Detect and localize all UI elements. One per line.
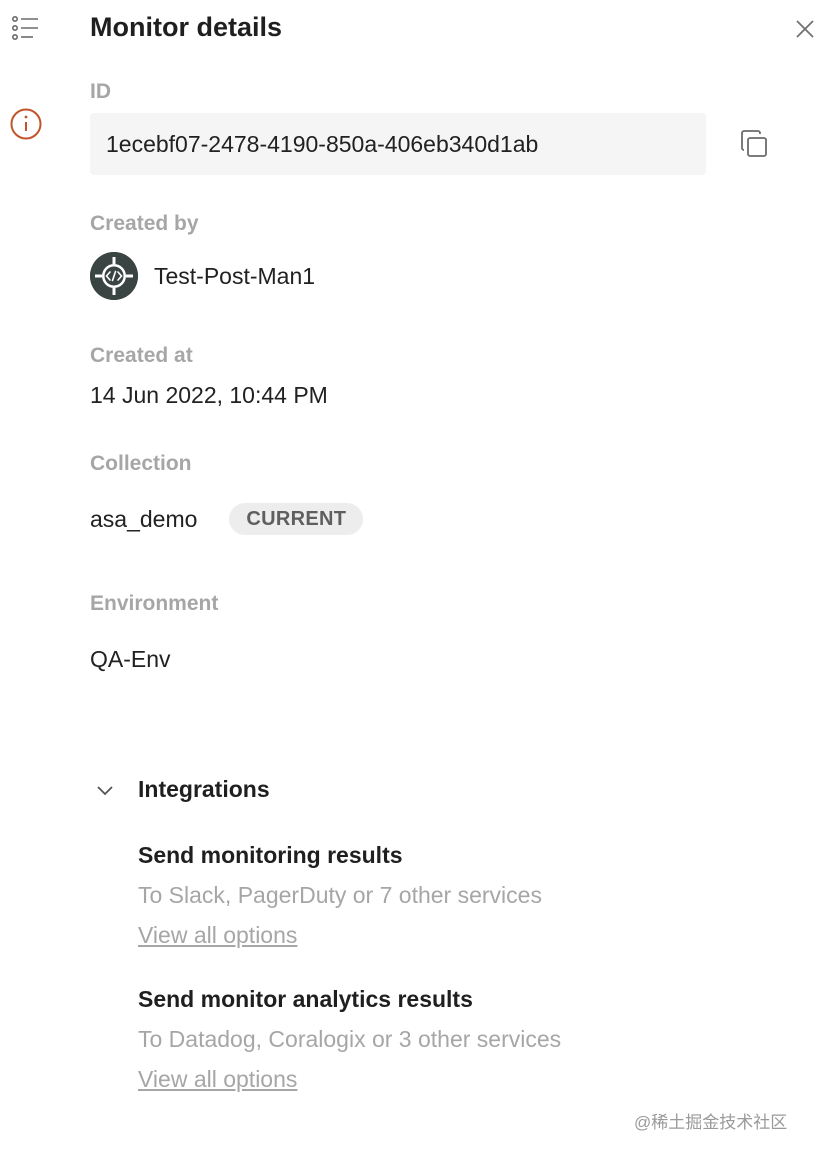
creator: Test-Post-Man1 (90, 252, 315, 300)
copy-icon[interactable] (736, 126, 772, 162)
collection-label: Collection (90, 452, 192, 475)
collection-name[interactable]: asa_demo (90, 506, 197, 533)
view-all-options-link[interactable]: View all options (138, 922, 297, 949)
id-label: ID (90, 80, 111, 103)
integration-description: To Slack, PagerDuty or 7 other services (138, 882, 542, 908)
close-icon[interactable] (790, 14, 814, 44)
integrations-toggle[interactable]: Integrations (92, 776, 270, 803)
created-at-value: 14 Jun 2022, 10:44 PM (90, 382, 328, 408)
integration-title: Send monitoring results (138, 842, 403, 868)
integrations-title: Integrations (138, 776, 270, 802)
environment-label: Environment (90, 592, 219, 615)
creator-name: Test-Post-Man1 (154, 262, 316, 289)
integration-description: To Datadog, Coralogix or 3 other service… (138, 1026, 562, 1052)
created-by-label: Created by (90, 212, 199, 235)
side-rail (0, 0, 54, 1156)
code-avatar-icon (90, 252, 138, 300)
collection-row: asa_demo CURRENT (90, 503, 364, 535)
integration-title: Send monitor analytics results (138, 986, 473, 1012)
view-all-options-link[interactable]: View all options (138, 1066, 297, 1093)
id-value: 1ecebf07-2478-4190-850a-406eb340d1ab (106, 130, 539, 157)
watermark: @稀土掘金技术社区 (634, 1113, 788, 1132)
info-icon[interactable] (6, 104, 46, 144)
created-at-label: Created at (90, 344, 193, 367)
chevron-down-icon (92, 777, 118, 803)
environment-value[interactable]: QA-Env (90, 646, 171, 673)
current-badge: CURRENT (229, 503, 364, 535)
list-icon[interactable] (6, 8, 46, 48)
panel-title: Monitor details (90, 12, 283, 42)
id-field[interactable]: 1ecebf07-2478-4190-850a-406eb340d1ab (90, 113, 706, 175)
